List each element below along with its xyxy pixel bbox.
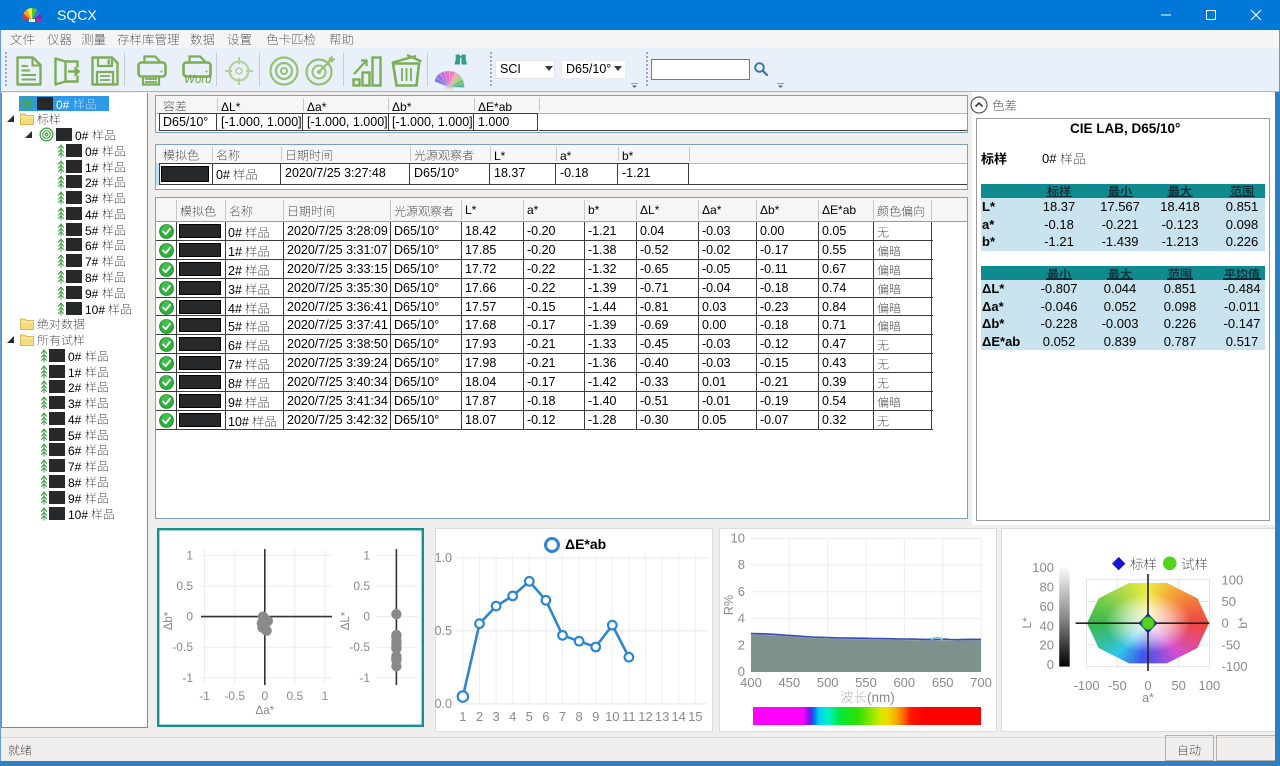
svg-text:14: 14	[671, 709, 685, 724]
svg-text:8: 8	[575, 709, 582, 724]
svg-text:0: 0	[261, 689, 268, 703]
svg-text:-1: -1	[359, 671, 370, 685]
svg-text:1: 1	[322, 689, 329, 703]
svg-text:450: 450	[778, 675, 800, 690]
svg-text:600: 600	[893, 675, 915, 690]
svg-text:9: 9	[592, 709, 599, 724]
svg-text:20: 20	[1040, 638, 1054, 653]
svg-text:700: 700	[970, 675, 992, 690]
svg-text:a*: a*	[1142, 691, 1154, 705]
svg-text:650: 650	[932, 675, 954, 690]
svg-text:b*: b*	[1236, 617, 1250, 629]
svg-text:-0.5: -0.5	[172, 640, 193, 654]
svg-text:500: 500	[817, 675, 839, 690]
svg-text:2: 2	[738, 637, 745, 652]
svg-text:3: 3	[492, 709, 499, 724]
svg-text:L*: L*	[1020, 617, 1034, 629]
svg-text:4: 4	[738, 611, 745, 626]
svg-text:1: 1	[459, 709, 466, 724]
svg-text:10: 10	[605, 709, 619, 724]
svg-text:-0.5: -0.5	[349, 640, 370, 654]
svg-text:0: 0	[738, 664, 745, 679]
svg-text:0.5: 0.5	[176, 579, 193, 593]
svg-text:550: 550	[855, 675, 877, 690]
svg-text:1: 1	[186, 548, 193, 562]
svg-text:6: 6	[738, 584, 745, 599]
svg-text:-1: -1	[182, 671, 193, 685]
svg-text:60: 60	[1040, 599, 1054, 614]
svg-text:Δb*: Δb*	[163, 611, 175, 630]
svg-text:12: 12	[638, 709, 652, 724]
svg-text:0.5: 0.5	[287, 689, 304, 703]
svg-text:7: 7	[559, 709, 566, 724]
svg-text:80: 80	[1040, 580, 1054, 595]
svg-text:1: 1	[363, 548, 370, 562]
svg-text:-1: -1	[199, 689, 210, 703]
svg-text:0: 0	[363, 610, 370, 624]
svg-text:4: 4	[509, 709, 516, 724]
svg-text:Δa*: Δa*	[256, 705, 275, 717]
svg-text:ΔL*: ΔL*	[340, 611, 352, 630]
svg-text:0.0: 0.0	[435, 697, 452, 711]
svg-text:R%: R%	[722, 595, 736, 615]
svg-text:5: 5	[526, 709, 533, 724]
svg-text:0: 0	[186, 610, 193, 624]
svg-text:8: 8	[738, 557, 745, 572]
svg-text:100: 100	[1032, 560, 1054, 575]
svg-text:1.0: 1.0	[435, 551, 452, 565]
svg-text:6: 6	[542, 709, 549, 724]
svg-text:0.5: 0.5	[435, 624, 452, 638]
svg-text:0.5: 0.5	[353, 579, 370, 593]
svg-text:0: 0	[1047, 657, 1054, 672]
svg-text:11: 11	[622, 709, 636, 724]
svg-text:10: 10	[731, 530, 745, 545]
svg-text:40: 40	[1040, 618, 1054, 633]
svg-text:2: 2	[476, 709, 483, 724]
svg-text:-0.5: -0.5	[224, 689, 245, 703]
svg-text:15: 15	[688, 709, 702, 724]
svg-text:13: 13	[655, 709, 669, 724]
